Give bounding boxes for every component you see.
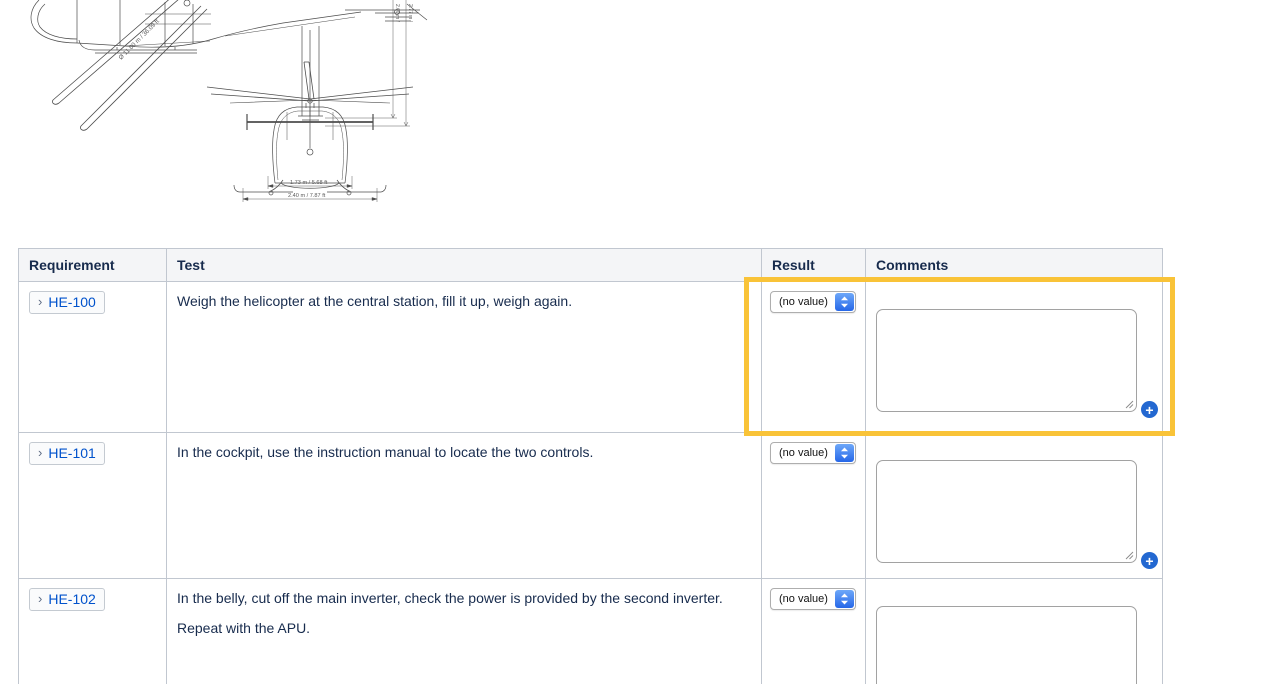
column-header-requirement: Requirement	[19, 249, 167, 282]
expand-chevron-icon: ›	[38, 592, 42, 606]
test-description: Repeat with the APU.	[177, 618, 751, 638]
test-description: Weigh the helicopter at the central stat…	[177, 291, 751, 311]
requirement-link[interactable]: HE-102	[48, 591, 95, 607]
table-row: › HE-100 Weigh the helicopter at the cen…	[19, 282, 1163, 433]
result-select[interactable]: (no value)	[770, 442, 856, 464]
select-spinner-icon	[835, 590, 854, 608]
table-row: › HE-101 In the cockpit, use the instruc…	[19, 433, 1163, 579]
rotor-diameter-label: Ø 11.00 m / 36.09 ft	[117, 18, 160, 61]
result-select[interactable]: (no value)	[770, 588, 856, 610]
expand-chevron-icon: ›	[38, 295, 42, 309]
column-header-test: Test	[167, 249, 762, 282]
front-width-outer-label: 2.40 m / 7.87 ft	[288, 193, 326, 199]
add-comment-button[interactable]: +	[1141, 552, 1158, 569]
requirement-link[interactable]: HE-101	[48, 445, 95, 461]
height-dimension-outer: 2.77 m /	[407, 4, 413, 23]
result-select[interactable]: (no value)	[770, 291, 856, 313]
requirement-link[interactable]: HE-100	[48, 294, 95, 310]
requirements-table: Requirement Test Result Comments › HE-10…	[18, 248, 1163, 684]
select-spinner-icon	[835, 444, 854, 462]
comment-textarea[interactable]	[876, 606, 1137, 684]
front-width-inner-label: 1.73 m / 5.68 ft	[290, 180, 328, 186]
helicopter-technical-drawing: Ø 11.00 m / 36.09 ft 2.60 m / 2.77 m /	[25, 0, 445, 205]
select-spinner-icon	[835, 293, 854, 311]
height-dimension-inner: 2.60 m /	[394, 4, 400, 23]
column-header-comments: Comments	[866, 249, 1163, 282]
comment-textarea[interactable]	[876, 460, 1137, 563]
test-description: In the belly, cut off the main inverter,…	[177, 588, 751, 608]
page: Ø 11.00 m / 36.09 ft 2.60 m / 2.77 m /	[0, 0, 1261, 684]
expand-chevron-icon: ›	[38, 446, 42, 460]
helicopter-side-view: Ø 11.00 m / 36.09 ft 2.60 m / 2.77 m /	[31, 0, 427, 130]
result-select-value: (no value)	[771, 593, 834, 605]
result-select-value: (no value)	[771, 447, 834, 459]
add-comment-button[interactable]: +	[1141, 401, 1158, 418]
requirement-key-he-100[interactable]: › HE-100	[29, 291, 105, 314]
table-row: › HE-102 In the belly, cut off the main …	[19, 579, 1163, 684]
requirement-key-he-101[interactable]: › HE-101	[29, 442, 105, 465]
comment-textarea[interactable]	[876, 309, 1137, 412]
column-header-result: Result	[762, 249, 866, 282]
requirement-key-he-102[interactable]: › HE-102	[29, 588, 105, 611]
result-select-value: (no value)	[771, 296, 834, 308]
table-header-row: Requirement Test Result Comments	[19, 249, 1163, 282]
test-description: In the cockpit, use the instruction manu…	[177, 442, 751, 462]
